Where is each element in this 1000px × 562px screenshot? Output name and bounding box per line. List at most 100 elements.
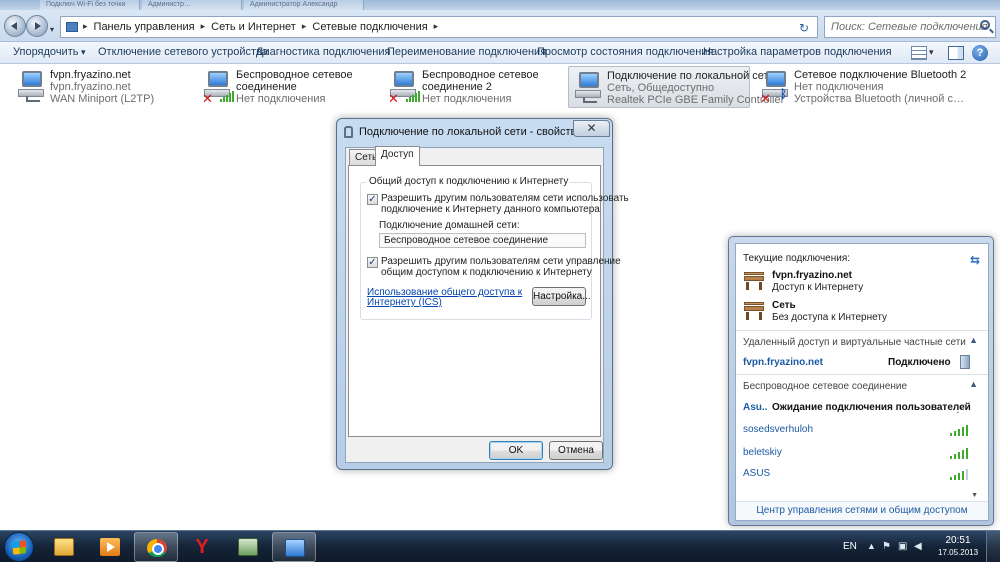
- vpn-connection-name[interactable]: fvpn.fryazino.net: [743, 357, 823, 368]
- allow-control-label[interactable]: Разрешить другим пользователям сети упра…: [381, 256, 621, 267]
- show-desktop-button[interactable]: [986, 531, 1000, 562]
- taskbar-chrome[interactable]: [134, 532, 178, 562]
- breadcrumb-separator[interactable]: ▸: [201, 21, 206, 33]
- background-window-tab[interactable]: Подключ Wi-Fi без точки: [40, 0, 140, 10]
- vpn-icon: [960, 355, 970, 369]
- action-center-icon[interactable]: ⚑: [882, 542, 892, 552]
- connection-item-wireless-2[interactable]: ✕ Беспроводное сетевое соединение 2 Нет …: [384, 66, 554, 108]
- view-options-dropdown[interactable]: ▾: [929, 47, 945, 61]
- sharing-tab-panel: Общий доступ к подключению к Интернету ✓…: [348, 165, 629, 437]
- close-button[interactable]: ✕: [573, 120, 610, 137]
- preview-pane-icon[interactable]: [948, 46, 964, 60]
- media-player-icon: [100, 538, 120, 556]
- adhoc-network-icon: ⋰: [956, 403, 967, 415]
- allow-sharing-label[interactable]: Разрешить другим пользователям сети испо…: [381, 193, 629, 204]
- connection-name: Сетевое подключение Bluetooth 2: [794, 69, 967, 81]
- rename-button[interactable]: Переименование подключения: [387, 46, 546, 58]
- network-tray-icon[interactable]: ▣: [898, 542, 908, 552]
- breadcrumb-separator[interactable]: ▸: [83, 21, 88, 33]
- connection-name: Беспроводное сетевое: [422, 69, 539, 81]
- address-box[interactable]: ▸ Панель управления ▸ Сеть и Интернет ▸ …: [60, 16, 818, 38]
- back-button[interactable]: [4, 15, 26, 37]
- connection-item-wireless-1[interactable]: ✕ Беспроводное сетевое соединение Нет по…: [198, 66, 368, 108]
- taskbar-network-connections[interactable]: [272, 532, 316, 562]
- vpn-connection-status: Подключено: [888, 357, 951, 368]
- change-view-icon[interactable]: [911, 46, 927, 60]
- current-network-name: Сеть: [772, 300, 796, 311]
- allow-control-label-cont[interactable]: общим доступом к подключению к Интернету: [381, 267, 592, 278]
- breadcrumb-separator[interactable]: ▸: [302, 21, 307, 33]
- search-input[interactable]: Поиск: Сетевые подключения: [824, 16, 996, 38]
- connection-item-lan[interactable]: Подключение по локальной сети Сеть, Обще…: [568, 66, 784, 108]
- allow-control-checkbox[interactable]: ✓: [367, 257, 378, 268]
- breadcrumb-control-panel[interactable]: Панель управления: [94, 21, 195, 33]
- collapse-icon[interactable]: ▲: [969, 335, 978, 345]
- diagnose-button[interactable]: Диагностика подключения: [256, 46, 390, 58]
- vpn-section-label[interactable]: Удаленный доступ и виртуальные частные с…: [743, 337, 966, 348]
- taskbar-terminal[interactable]: [226, 532, 270, 562]
- current-network-status: Доступ к Интернету: [772, 282, 864, 293]
- taskbar-yandex[interactable]: Y: [180, 532, 224, 562]
- change-settings-button[interactable]: Настройка параметров подключения: [703, 46, 892, 58]
- language-indicator[interactable]: EN: [843, 541, 857, 552]
- start-button[interactable]: [4, 532, 34, 562]
- taskbar-explorer[interactable]: [42, 532, 86, 562]
- search-icon[interactable]: [980, 20, 990, 30]
- dialog-body: Сеть Доступ Общий доступ к подключению к…: [345, 146, 629, 463]
- wifi-network-name[interactable]: ASUS: [743, 468, 770, 479]
- view-status-button[interactable]: Просмотр состояния подключения: [537, 46, 713, 58]
- connection-item-vpn[interactable]: fvpn.fryazino.net fvpn.fryazino.net WAN …: [12, 66, 182, 108]
- network-center-link[interactable]: Центр управления сетями и общим доступом: [736, 505, 988, 516]
- background-window-tab[interactable]: Администр…: [142, 0, 242, 10]
- collapse-icon[interactable]: ▲: [969, 379, 978, 389]
- tab-sharing[interactable]: Доступ: [375, 146, 420, 166]
- connection-item-bluetooth[interactable]: ✕ ᛒ Сетевое подключение Bluetooth 2 Нет …: [756, 66, 966, 108]
- disable-device-button[interactable]: Отключение сетевого устройства: [98, 46, 268, 58]
- cancel-button[interactable]: Отмена: [549, 441, 603, 460]
- refresh-icon[interactable]: ⇆: [970, 253, 980, 267]
- clock-date: 17.05.2013: [938, 548, 979, 557]
- signal-bars-icon: [950, 468, 970, 480]
- ics-help-link-cont[interactable]: Интернету (ICS): [367, 297, 442, 308]
- system-clock[interactable]: 20:51 17.05.2013: [938, 535, 978, 559]
- disconnected-x-icon: ✕: [760, 91, 771, 106]
- scroll-down-icon[interactable]: ▼: [971, 492, 978, 499]
- disconnected-x-icon: ✕: [388, 91, 399, 106]
- wifi-network-name[interactable]: beletskiy: [743, 447, 782, 458]
- pc-network-icon: [16, 69, 48, 103]
- recent-pages-dropdown[interactable]: ▾: [50, 25, 54, 34]
- organize-menu[interactable]: Упорядочить: [13, 46, 86, 58]
- wifi-network-name[interactable]: sosedsverhuloh: [743, 424, 813, 435]
- connection-device: Устройства Bluetooth (личной с…: [794, 93, 964, 105]
- home-network-select[interactable]: Беспроводное сетевое соединение: [379, 233, 586, 248]
- settings-button[interactable]: Настройка...: [532, 287, 591, 306]
- background-window-tab[interactable]: Администратор Александр: [244, 0, 364, 10]
- connection-name: fvpn.fryazino.net: [50, 69, 131, 81]
- address-bar-row: ▾ ▸ Панель управления ▸ Сеть и Интернет …: [0, 10, 1000, 42]
- flyout-panel: Текущие подключения: ⇆ fvpn.fryazino.net…: [735, 243, 989, 521]
- connection-status: fvpn.fryazino.net: [50, 81, 131, 93]
- allow-sharing-label-cont[interactable]: подключение к Интернету данного компьюте…: [381, 204, 600, 215]
- current-network-name: fvpn.fryazino.net: [772, 270, 853, 281]
- group-label: Общий доступ к подключению к Интернету: [367, 176, 571, 187]
- taskbar-media-player[interactable]: [88, 532, 132, 562]
- breadcrumb-network-connections[interactable]: Сетевые подключения: [312, 21, 427, 33]
- adhoc-network-name[interactable]: Asu..: [743, 402, 767, 413]
- forward-button[interactable]: [26, 15, 48, 37]
- volume-icon[interactable]: ◀: [914, 542, 924, 552]
- show-hidden-icons[interactable]: ▲: [867, 541, 876, 551]
- ok-button[interactable]: OK: [489, 441, 543, 460]
- bluetooth-symbol-icon: ᛒ: [780, 87, 788, 101]
- connection-status: Нет подключения: [422, 93, 512, 105]
- breadcrumb-network-internet[interactable]: Сеть и Интернет: [211, 21, 296, 33]
- signal-bars-icon: [220, 90, 236, 102]
- search-placeholder: Поиск: Сетевые подключения: [831, 21, 988, 33]
- breadcrumb-separator[interactable]: ▸: [434, 21, 439, 33]
- flyout-footer: Центр управления сетями и общим доступом: [736, 501, 988, 520]
- current-connections-header: Текущие подключения:: [743, 253, 851, 264]
- allow-sharing-checkbox[interactable]: ✓: [367, 194, 378, 205]
- wireless-section-label[interactable]: Беспроводное сетевое соединение: [743, 381, 907, 392]
- help-icon[interactable]: ?: [972, 45, 988, 61]
- taskbar: Y EN ▲ ⚑ ▣ ◀ 20:51 17.05.2013: [0, 530, 1000, 562]
- refresh-icon[interactable]: ↻: [799, 21, 813, 35]
